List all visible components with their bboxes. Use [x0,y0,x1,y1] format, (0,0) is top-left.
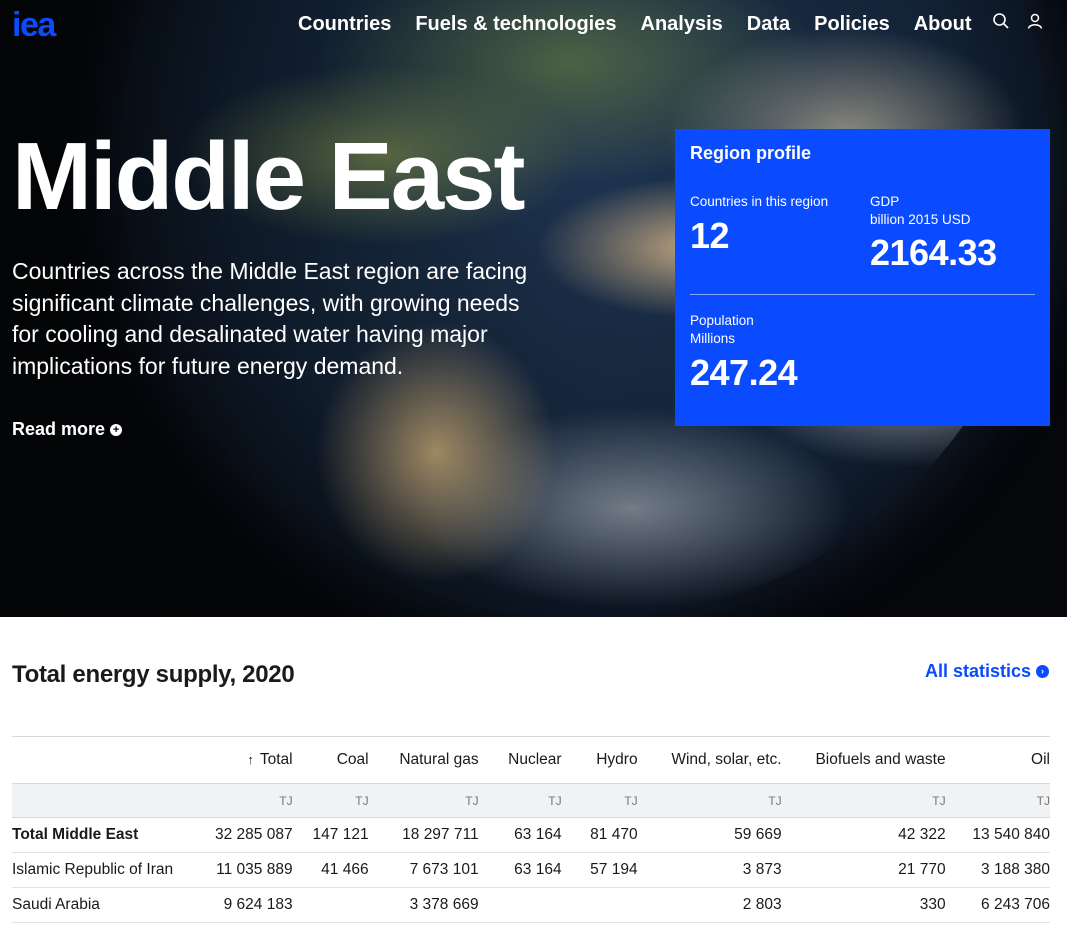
table-cell: 41 466 [292,852,369,888]
unit-cell: TJ [292,783,369,818]
unit-cell: TJ [945,783,1050,818]
search-icon[interactable] [992,12,1010,35]
table-cell: 6 243 706 [945,887,1050,923]
plus-circle-icon: + [110,423,123,436]
table-cell: 32 285 087 [207,817,293,853]
main-nav: Countries Fuels & technologies Analysis … [298,12,996,36]
population-value: 247.24 [690,352,798,393]
population-label: Population [690,313,754,328]
sort-arrow-up-icon: ↑ [247,752,254,767]
unit-cell: TJ [781,783,946,818]
unit-cell: TJ [478,783,562,818]
table-cell: 59 669 [637,817,782,853]
profile-divider [690,294,1035,295]
col-header-nuclear[interactable]: Nuclear [478,736,562,784]
table-cell: 81 470 [561,817,638,853]
col-header-natural-gas[interactable]: Natural gas [368,736,479,784]
read-more-label: Read more [12,419,106,439]
arrow-right-circle-icon: › [1036,664,1049,678]
countries-stat: Countries in this region 12 [690,193,828,256]
user-icon[interactable] [1026,12,1044,35]
all-statistics-label: All statistics [924,661,1031,681]
table-cell: 63 164 [478,817,562,853]
table-cell: 9 624 183 [207,887,293,923]
nav-countries[interactable]: Countries [298,12,391,36]
col-header-total-label: Total [259,751,293,768]
table-cell [292,887,369,923]
iea-logo[interactable]: iea [12,8,56,42]
nav-policies[interactable]: Policies [814,12,890,36]
table-cell: 3 188 380 [945,852,1050,888]
row-label[interactable]: Saudi Arabia [12,887,207,923]
table-cell: 7 673 101 [368,852,479,888]
countries-label: Countries in this region [690,194,829,209]
region-profile-card: Region profile Countries in this region … [675,129,1050,426]
table-cell: 63 164 [478,852,562,888]
col-header-country [12,736,207,784]
table-cell [478,887,562,923]
nav-analysis[interactable]: Analysis [641,12,723,36]
read-more-link[interactable]: Read more + [12,419,123,440]
col-header-wind-solar[interactable]: Wind, solar, etc. [637,736,782,784]
unit-cell [12,783,207,818]
table-row: Total Middle East 32 285 087 147 121 18 … [12,817,1050,853]
table-row: Islamic Republic of Iran 11 035 889 41 4… [12,852,1050,888]
table-cell: 13 540 840 [945,817,1050,853]
table-cell: 18 297 711 [368,817,479,853]
nav-data[interactable]: Data [747,12,790,36]
page-title: Middle East [12,123,525,230]
table-row: Saudi Arabia 9 624 183 3 378 669 2 803 3… [12,887,1050,923]
table-cell: 11 035 889 [207,852,293,888]
table-header-row: ↑ Total Coal Natural gas Nuclear Hydro Wi… [12,736,1050,784]
table-cell: 21 770 [781,852,946,888]
nav-fuels-technologies[interactable]: Fuels & technologies [415,12,616,36]
row-label: Total Middle East [12,817,207,853]
table-cell: 147 121 [292,817,369,853]
population-stat: Population Millions 247.24 [690,312,798,393]
col-header-oil[interactable]: Oil [945,736,1050,784]
gdp-unit: billion 2015 USD [870,212,971,227]
col-header-hydro[interactable]: Hydro [561,736,638,784]
region-profile-title: Region profile [690,143,811,163]
unit-cell: TJ [637,783,782,818]
table-units-row: TJ TJ TJ TJ TJ TJ TJ TJ [12,783,1050,818]
col-header-total[interactable]: ↑ Total [207,736,293,784]
hero-banner: iea Countries Fuels & technologies Analy… [0,0,1067,617]
table-cell: 57 194 [561,852,638,888]
table-cell: 42 322 [781,817,946,853]
row-label[interactable]: Islamic Republic of Iran [12,852,207,888]
unit-cell: TJ [207,783,293,818]
table-cell: 3 378 669 [368,887,479,923]
table-cell [561,887,638,923]
countries-value: 12 [690,215,730,256]
section-title: Total energy supply, 2020 [12,661,295,688]
table-cell: 3 873 [637,852,782,888]
unit-cell: TJ [561,783,638,818]
energy-supply-table: ↑ Total Coal Natural gas Nuclear Hydro Wi… [12,736,1050,923]
col-header-biofuels-waste[interactable]: Biofuels and waste [781,736,946,784]
gdp-stat: GDP billion 2015 USD 2164.33 [870,193,997,273]
table-cell: 330 [781,887,946,923]
population-unit: Millions [690,331,736,346]
unit-cell: TJ [368,783,479,818]
nav-about[interactable]: About [914,12,972,36]
table-cell: 2 803 [637,887,782,923]
all-statistics-link[interactable]: All statistics › [925,660,1049,682]
nav-icons [992,12,1044,35]
region-description: Countries across the Middle East region … [12,258,528,379]
gdp-label: GDP [870,194,900,209]
gdp-value: 2164.33 [870,232,997,273]
col-header-coal[interactable]: Coal [292,736,369,784]
